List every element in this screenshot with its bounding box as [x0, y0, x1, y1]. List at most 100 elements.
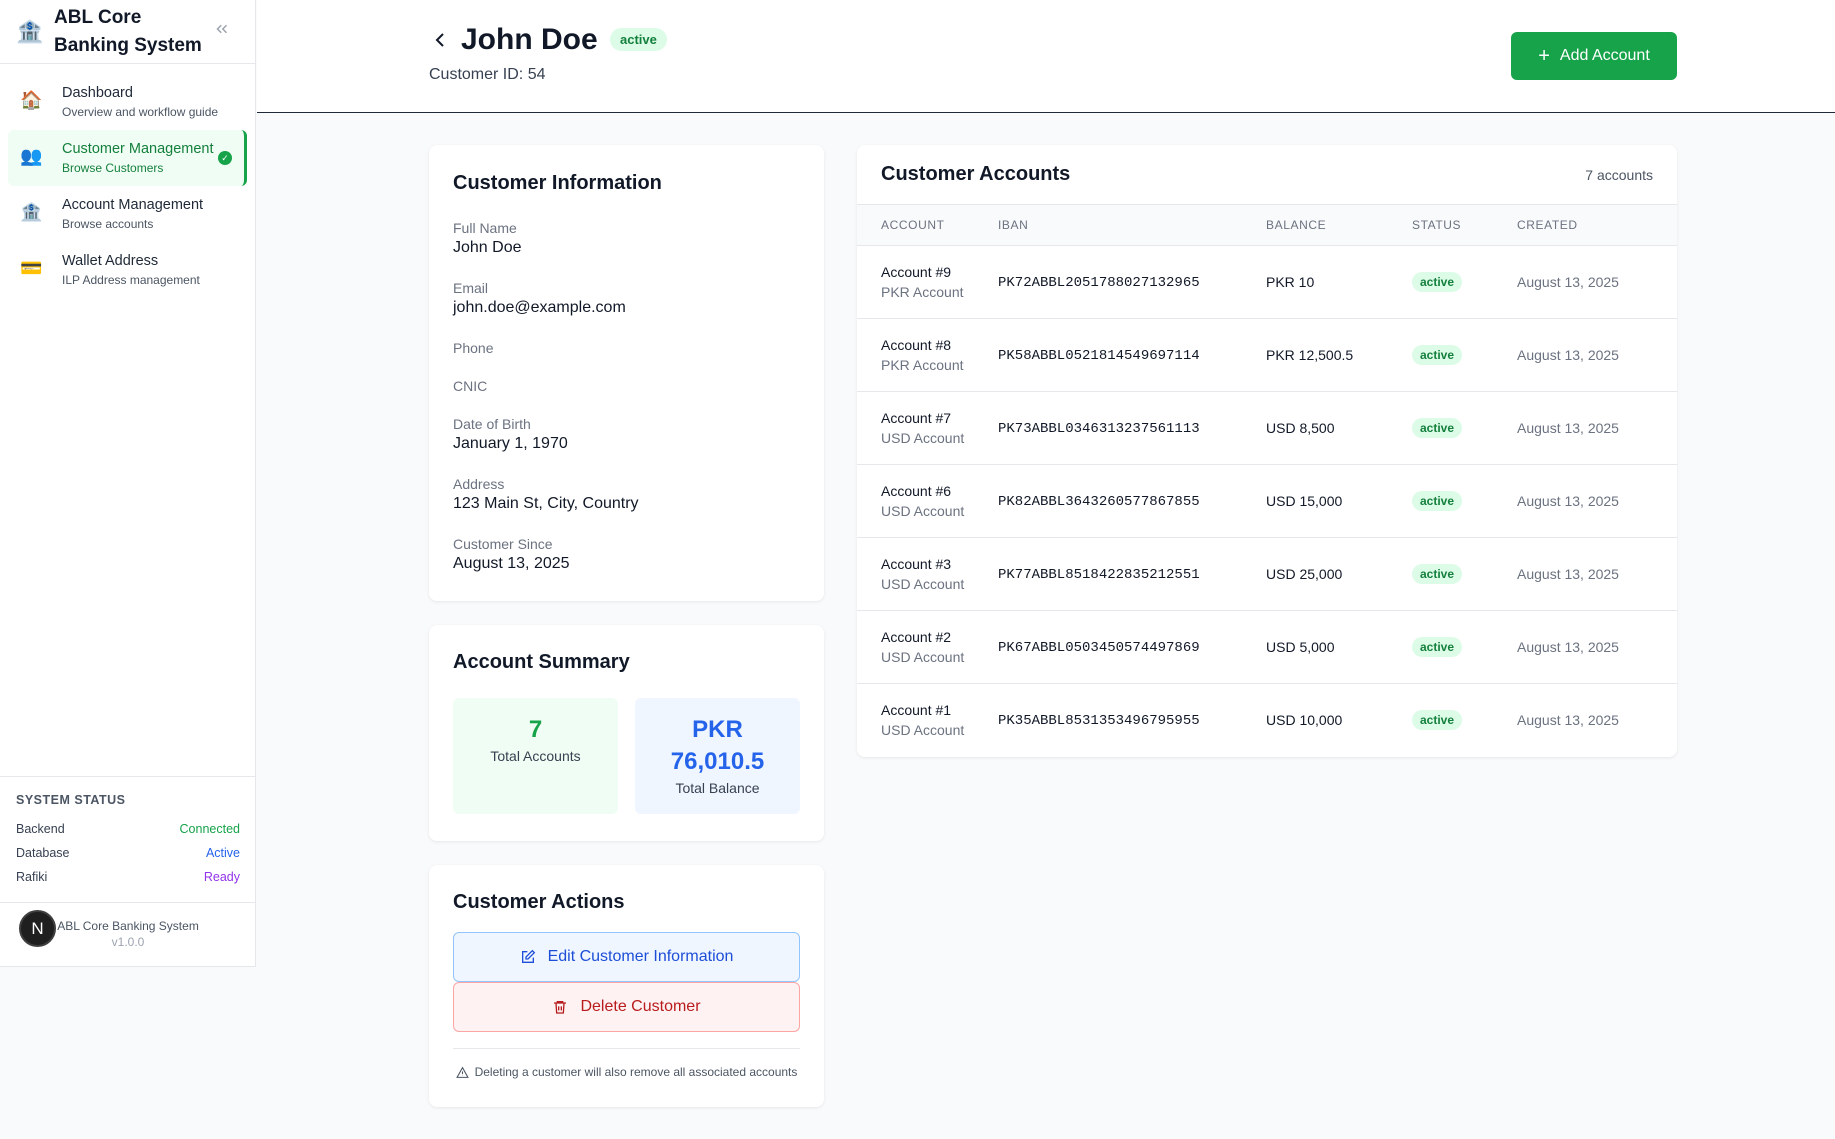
customer-actions-card: Customer Actions Edit Customer Informati… — [429, 865, 824, 1107]
status-badge: active — [610, 28, 667, 51]
status-value: Connected — [179, 822, 240, 836]
status-name: Backend — [16, 822, 65, 836]
sidebar: 🏦 ABL Core Banking System 🏠 Dashboard Ov… — [0, 0, 256, 967]
table-row[interactable]: Account #3 USD Account PK77ABBL85184228352… — [857, 536, 1677, 610]
add-account-label: Add Account — [1559, 47, 1650, 64]
sidebar-item-dashboard[interactable]: 🏠 Dashboard Overview and workflow guide — [8, 74, 247, 130]
table-row[interactable]: Account #7 USD Account PK73ABBL03463132375… — [857, 390, 1677, 464]
account-type: USD Account — [881, 575, 965, 592]
customer-id: Customer ID: 54 — [429, 66, 546, 83]
created-cell: August 13, 2025 — [1517, 317, 1677, 391]
table-row[interactable]: Account #9 PKR Account PK72ABBL20517880271… — [857, 244, 1677, 318]
field-address: Address 123 Main St, City, Country — [453, 475, 800, 515]
brand: 🏦 ABL Core Banking System — [0, 0, 255, 64]
created-cell: August 13, 2025 — [1517, 390, 1677, 464]
created-cell: August 13, 2025 — [1517, 244, 1677, 318]
total-balance-currency: PKR — [692, 716, 743, 743]
page-header: John Doe active Customer ID: 54 + Add Ac… — [257, 0, 1835, 113]
home-icon: 🏠 — [20, 90, 43, 110]
status-cell: active — [1412, 390, 1517, 464]
iban-cell: PK72ABBL2051788027132965 — [998, 244, 1266, 318]
table-row[interactable]: Account #1 USD Account PK35ABBL85313534967… — [857, 682, 1677, 756]
field-label: Address — [453, 476, 505, 492]
account-name: Account #1 — [881, 701, 952, 718]
total-balance-value: 76,010.5 — [670, 748, 765, 775]
account-type: USD Account — [881, 648, 965, 665]
field-value: John Doe — [453, 239, 522, 256]
status-cell: active — [1412, 536, 1517, 610]
total-balance-tile: PKR 76,010.5 Total Balance — [635, 698, 800, 814]
status-badge: active — [1412, 490, 1463, 511]
field-phone: Phone — [453, 339, 800, 357]
bank-icon: 🏦 — [16, 18, 44, 44]
sidebar-item-sub: ILP Address management — [62, 273, 200, 287]
back-icon[interactable] — [432, 30, 448, 50]
status-badge: active — [1412, 636, 1463, 657]
sidebar-item-account-management[interactable]: 🏦 Account Management Browse accounts — [8, 186, 247, 242]
account-cell: Account #8 PKR Account — [857, 317, 998, 391]
iban: PK77ABBL8518422835212551 — [998, 566, 1200, 583]
status-cell: active — [1412, 682, 1517, 756]
users-icon: 👥 — [20, 146, 43, 166]
sidebar-item-wallet-address[interactable]: 💳 Wallet Address ILP Address management — [8, 242, 247, 298]
card-title: Customer Actions — [453, 891, 625, 913]
account-type: USD Account — [881, 429, 965, 446]
field-value: john.doe@example.com — [453, 299, 626, 316]
edit-customer-button[interactable]: Edit Customer Information — [453, 932, 800, 982]
status-value: Ready — [203, 870, 240, 884]
table-row[interactable]: Account #2 USD Account PK67ABBL05034505744… — [857, 609, 1677, 683]
avatar[interactable]: N — [19, 910, 56, 947]
column-header: Status — [1412, 217, 1462, 232]
iban-cell: PK58ABBL0521814549697114 — [998, 317, 1266, 391]
status-value: Active — [205, 846, 240, 860]
account-type: PKR Account — [881, 283, 964, 300]
status-badge: active — [1412, 344, 1463, 365]
balance-cell: USD 5,000 — [1266, 609, 1412, 683]
account-type: USD Account — [881, 502, 965, 519]
table-row[interactable]: Account #6 USD Account PK82ABBL36432605778… — [857, 463, 1677, 537]
field-label: Full Name — [453, 220, 517, 236]
iban: PK35ABBL8531353496795955 — [998, 712, 1200, 729]
card-title: Account Summary — [453, 651, 630, 673]
field-customer-since: Customer Since August 13, 2025 — [453, 535, 800, 575]
system-status: SYSTEM STATUS Backend Connected Database… — [0, 776, 256, 902]
delete-customer-button[interactable]: Delete Customer — [453, 982, 800, 1032]
balance-cell: PKR 12,500.5 — [1266, 317, 1412, 391]
sidebar-item-label: Account Management — [62, 197, 204, 213]
accounts-count: 7 accounts — [1585, 166, 1653, 183]
add-account-button[interactable]: + Add Account — [1511, 32, 1677, 80]
field-label: CNIC — [453, 378, 488, 394]
account-summary-card: Account Summary 7 Total Accounts PKR 76,… — [429, 625, 824, 841]
status-cell: active — [1412, 463, 1517, 537]
customer-accounts-card: Customer Accounts 7 accounts Account IBA… — [857, 145, 1677, 757]
created-cell: August 13, 2025 — [1517, 536, 1677, 610]
status-row: Database Active — [16, 841, 240, 865]
status-badge: active — [1412, 271, 1463, 292]
field-date-of-birth: Date of Birth January 1, 1970 — [453, 415, 800, 455]
iban-cell: PK82ABBL3643260577867855 — [998, 463, 1266, 537]
status-badge: active — [1412, 417, 1463, 438]
iban: PK82ABBL3643260577867855 — [998, 493, 1200, 510]
field-value: August 13, 2025 — [453, 555, 570, 572]
sidebar-item-customer-management[interactable]: 👥 Customer Management Browse Customers ✓ — [8, 130, 247, 186]
table-row[interactable]: Account #8 PKR Account PK58ABBL05218145496… — [857, 317, 1677, 391]
field-label: Date of Birth — [453, 416, 531, 432]
warning-icon — [455, 1066, 469, 1078]
total-accounts-tile: 7 Total Accounts — [453, 698, 618, 814]
account-cell: Account #3 USD Account — [857, 536, 998, 610]
field-full-name: Full Name John Doe — [453, 219, 800, 259]
iban: PK72ABBL2051788027132965 — [998, 274, 1200, 291]
field-value: January 1, 1970 — [453, 435, 568, 452]
collapse-sidebar-icon[interactable] — [213, 20, 233, 40]
account-cell: Account #1 USD Account — [857, 682, 998, 756]
iban-cell: PK67ABBL0503450574497869 — [998, 609, 1266, 683]
edit-icon — [521, 949, 535, 963]
account-name: Account #9 — [881, 263, 952, 280]
delete-warning-text: Deleting a customer will also remove all… — [474, 1065, 798, 1079]
total-balance-label: Total Balance — [675, 780, 760, 796]
balance-cell: USD 10,000 — [1266, 682, 1412, 756]
field-label: Customer Since — [453, 536, 553, 552]
column-header: Account — [881, 217, 945, 232]
customer-information-card: Customer Information Full Name John Doe … — [429, 145, 824, 601]
status-badge: active — [1412, 563, 1463, 584]
